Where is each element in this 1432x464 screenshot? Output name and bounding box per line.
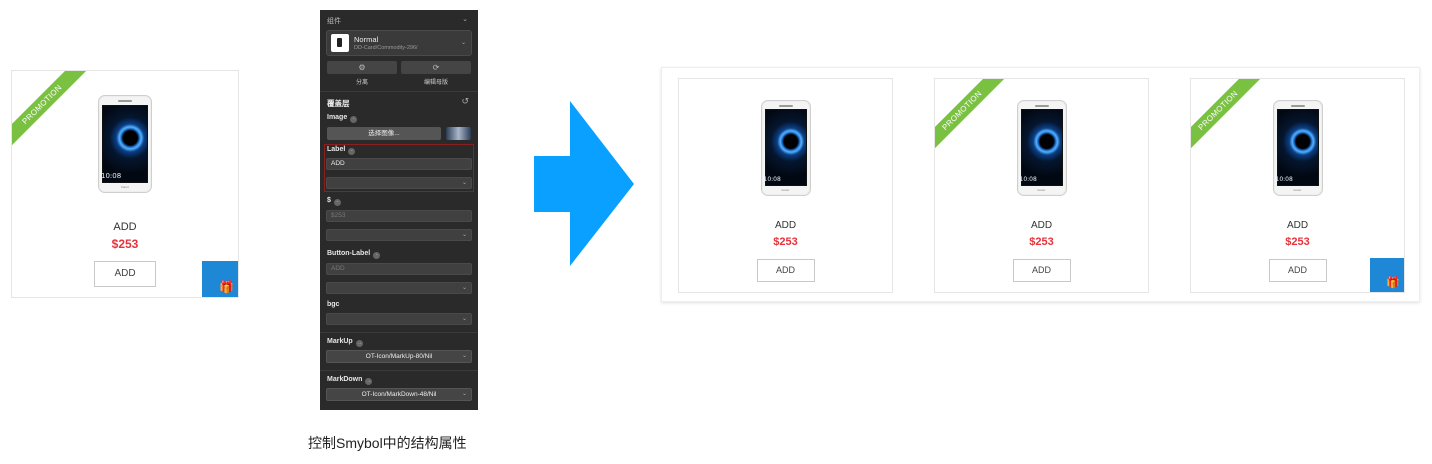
price-input[interactable]: $253 [326,210,472,222]
markup-select[interactable]: OT-Icon/MarkUp-80/Nil ⌄ [326,350,472,363]
product-title: ADD [774,220,797,231]
label-label: Label - [327,146,356,155]
product-price: $253 [1285,236,1310,248]
image-label-text: Image [327,114,348,121]
symbol-name: Normal [354,35,379,44]
symbol-thumbnail [331,34,349,52]
add-button[interactable]: ADD [756,259,815,282]
chevron-down-icon: ⌄ [460,40,466,46]
product-card[interactable]: 10:08 honor ADD $253 ADD [678,78,893,293]
markdown-select-value: OT-Icon/MarkDown-48/Nil [361,391,437,398]
info-icon: - [373,252,381,259]
gift-icon: 🎁 [1386,277,1400,289]
add-button[interactable]: ADD [1012,259,1071,282]
chevron-down-icon: ⌄ [461,180,467,186]
info-icon: - [333,199,341,206]
panel-header: 组件 [327,18,341,25]
overrides-title: 覆盖层 [327,99,350,108]
phone-image: 10:08 honor [760,100,811,196]
markdown-select[interactable]: OT-Icon/MarkDown-48/Nil ⌄ [326,388,472,401]
arrow-right-icon [534,101,634,266]
button-label-label-text: Button-Label [327,250,371,257]
chevron-down-icon: ⌄ [461,391,467,397]
price-label-text: $ [327,197,331,204]
product-title: ADD [1286,220,1309,231]
product-price: $253 [111,237,139,251]
button-label-input-placeholder: ADD [331,265,345,272]
phone-brand: honor [1293,188,1302,192]
symbol-inspector-panel: 组件 ⌄ Normal DD-Card/Commodity-296/ ⌄ ⚙ ⟳… [320,10,478,410]
detach-button[interactable]: ⚙ [327,61,397,74]
button-label-input[interactable]: ADD [326,263,472,275]
reset-icon[interactable]: ↺ [461,96,469,107]
price-style-select[interactable]: ⌄ [326,229,472,241]
chevron-down-icon: ⌄ [461,353,467,359]
phone-brand: honor [121,185,129,189]
label-label-text: Label [327,146,346,153]
product-title: ADD [1030,220,1053,231]
phone-image: 10:08 honor [1016,100,1067,196]
edit-master-label: 编辑母版 [423,80,448,86]
symbol-path: DD-Card/Commodity-296/ [354,45,418,51]
product-title: ADD [113,221,137,233]
button-label-label: Button-Label - [327,250,381,259]
phone-brand: honor [1037,188,1046,192]
image-label: Image - [327,114,358,123]
phone-clock: 10:08 [1019,176,1037,183]
phone-image: 10:08 honor [1272,100,1323,196]
symbol-selector[interactable]: Normal DD-Card/Commodity-296/ ⌄ [326,30,472,56]
info-icon: - [348,148,356,155]
markup-label-text: MarkUp [327,338,353,345]
phone-image: 10:08 honor [98,95,152,193]
promotion-ribbon: PROMOTION [12,71,90,153]
add-button[interactable]: ADD [94,261,156,287]
product-card[interactable]: PROMOTION 10:08 honor ADD $253 ADD 🎁 [1190,78,1405,293]
phone-clock: 10:08 [1275,176,1293,183]
markdown-label-text: MarkDown [327,376,363,383]
image-thumbnail[interactable] [446,127,471,140]
product-price: $253 [773,236,798,248]
promotion-ribbon: PROMOTION [935,79,1007,155]
markdown-label: MarkDown → [327,376,373,385]
choose-image-button[interactable]: 选择图像... [327,127,441,140]
label-input-value: ADD [331,160,345,167]
product-card[interactable]: PROMOTION 10:08 honor ADD $253 ADD [934,78,1149,293]
caption: 控制Smybol中的结构属性 [308,435,467,451]
detach-label: 分离 [355,80,368,86]
price-label: $ - [327,197,341,206]
chevron-down-icon: ⌄ [461,232,467,238]
markup-select-value: OT-Icon/MarkUp-80/Nil [365,353,433,360]
label-input[interactable]: ADD [326,158,472,170]
markup-label: MarkUp → [327,338,363,347]
chevron-down-icon[interactable]: ⌄ [462,15,468,23]
add-button[interactable]: ADD [1268,259,1327,282]
edit-master-button[interactable]: ⟳ [401,61,471,74]
price-input-placeholder: $253 [331,212,346,219]
arrow-right-icon: → [355,340,363,347]
phone-brand: honor [781,188,790,192]
chevron-down-icon: ⌄ [461,316,467,322]
product-card[interactable]: PROMOTION 10:08 honor ADD $253 ADD 🎁 [11,70,239,298]
bgc-select[interactable]: ⌄ [326,313,472,325]
info-icon: - [350,116,358,123]
product-price: $253 [1029,236,1054,248]
bgc-label: bgc [327,301,340,308]
gift-icon: 🎁 [219,280,234,294]
phone-clock: 10:08 [101,172,122,180]
card-group: 10:08 honor ADD $253 ADD PROMOTION 10:08… [661,67,1420,302]
button-label-style-select[interactable]: ⌄ [326,282,472,294]
promotion-ribbon: PROMOTION [1191,79,1263,155]
phone-clock: 10:08 [763,176,781,183]
arrow-right-icon: → [365,378,373,385]
label-style-select[interactable]: ⌄ [326,177,472,189]
chevron-down-icon: ⌄ [461,285,467,291]
